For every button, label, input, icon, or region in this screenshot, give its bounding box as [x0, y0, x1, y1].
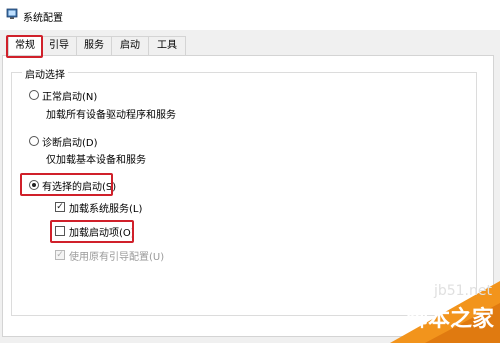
system-config-window: 系统配置 常规 引导 服务 启动 工具 启动选择 正常启动(N) 加载所有设备驱… — [0, 0, 500, 343]
diagnostic-startup-description: 仅加载基本设备和服务 — [46, 155, 146, 166]
tab-services-label: 服务 — [84, 40, 104, 51]
normal-startup-label[interactable]: 正常启动(N) — [42, 88, 97, 103]
title-bar: 系统配置 — [0, 0, 500, 30]
normal-startup-radio[interactable] — [29, 90, 39, 100]
load-startup-items-checkbox[interactable] — [55, 226, 65, 236]
load-startup-items-label[interactable]: 加载启动项(O) — [69, 224, 135, 239]
startup-selection-title: 启动选择 — [22, 66, 68, 81]
watermark-text: 脚本之家 — [405, 307, 494, 332]
tab-general-label: 常规 — [15, 40, 35, 51]
tab-tools-label: 工具 — [157, 40, 177, 51]
tab-general[interactable]: 常规 — [8, 36, 42, 57]
tab-boot[interactable]: 引导 — [41, 36, 77, 55]
app-icon — [6, 8, 18, 19]
selective-startup-label[interactable]: 有选择的启动(S) — [42, 178, 116, 193]
diagnostic-startup-radio[interactable] — [29, 136, 39, 146]
tab-startup[interactable]: 启动 — [111, 36, 149, 55]
tab-strip: 常规 引导 服务 启动 工具 — [0, 36, 500, 57]
use-original-boot-label: 使用原有引导配置(U) — [69, 252, 165, 263]
selective-startup-radio[interactable] — [29, 180, 39, 190]
diagnostic-startup-label[interactable]: 诊断启动(D) — [42, 134, 98, 149]
normal-startup-description: 加载所有设备驱动程序和服务 — [46, 110, 176, 121]
tab-boot-label: 引导 — [49, 40, 69, 51]
use-original-boot-checkbox: ✓ — [55, 250, 65, 260]
load-system-services-checkbox[interactable]: ✓ — [55, 202, 65, 212]
load-system-services-label[interactable]: 加载系统服务(L) — [69, 200, 142, 215]
tab-tools[interactable]: 工具 — [148, 36, 186, 55]
tab-startup-label: 启动 — [120, 40, 140, 51]
watermark-url: jb51.net — [433, 283, 492, 299]
tab-services[interactable]: 服务 — [76, 36, 112, 55]
window-title: 系统配置 — [23, 13, 63, 24]
